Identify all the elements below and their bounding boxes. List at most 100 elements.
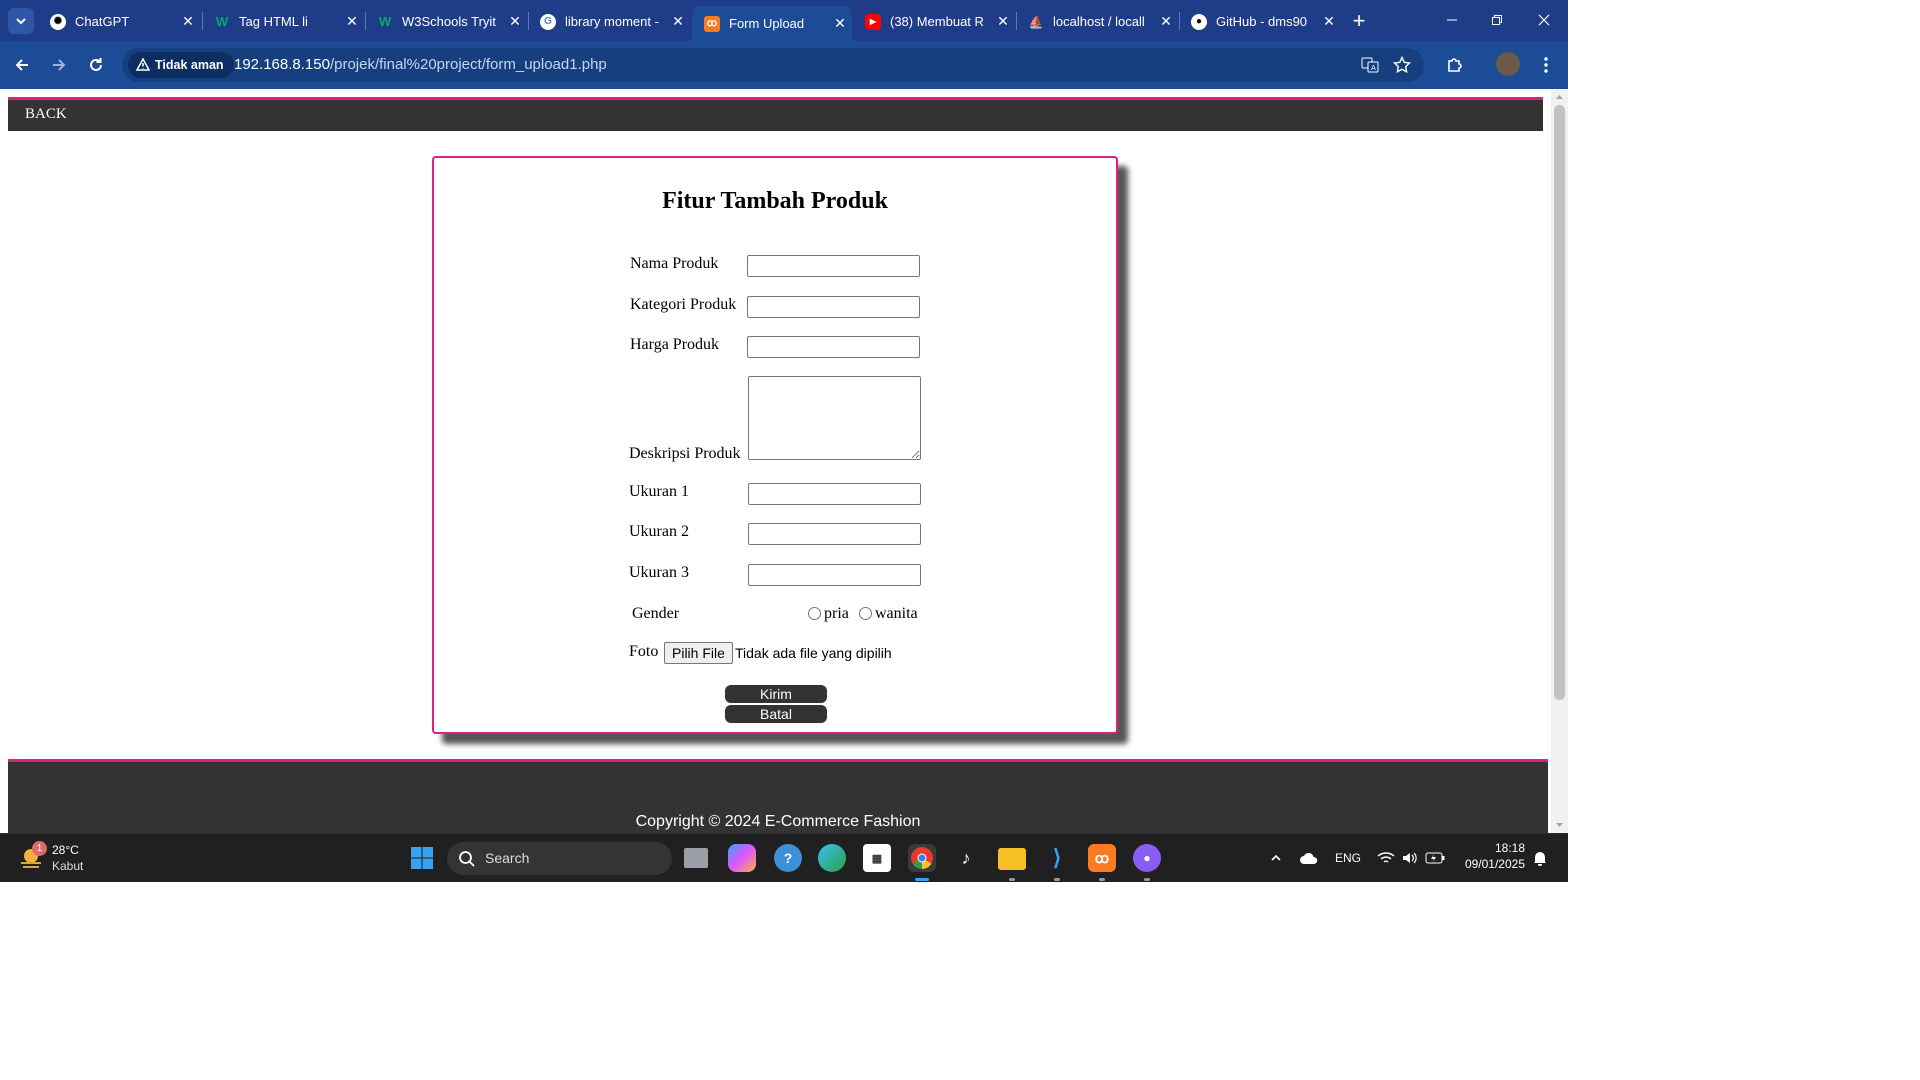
restore-icon <box>1492 15 1502 25</box>
windows-taskbar: 1 28°C Kabut Search ? ▦ ♪ ⟩ ꝏ ● ENG 18:1… <box>0 833 1568 882</box>
close-icon[interactable]: ✕ <box>666 13 690 30</box>
bookmark-button[interactable] <box>1390 53 1414 77</box>
browser-toolbar: Tidak aman 192.168.8.150/projek/final%20… <box>0 41 1568 89</box>
tab-github[interactable]: ● GitHub - dms90 ✕ <box>1179 6 1341 37</box>
wifi-icon <box>1377 852 1395 863</box>
network-icon[interactable] <box>1376 846 1396 870</box>
tab-title: library moment - <box>565 14 659 29</box>
scrollbar-thumb[interactable] <box>1554 105 1565 700</box>
warning-icon <box>136 58 150 71</box>
chevron-down-icon <box>16 18 26 25</box>
vertical-scrollbar[interactable] <box>1551 89 1568 833</box>
task-view-icon[interactable] <box>684 848 708 868</box>
deskripsi-produk-textarea[interactable] <box>748 376 921 460</box>
close-icon[interactable]: ✕ <box>828 15 852 32</box>
back-link[interactable]: BACK <box>25 106 67 123</box>
reload-button[interactable] <box>82 51 110 79</box>
tab-title: (38) Membuat R <box>890 14 984 29</box>
minimize-button[interactable] <box>1434 6 1470 34</box>
ukuran-3-input[interactable] <box>748 564 921 586</box>
security-badge[interactable]: Tidak aman <box>128 52 234 78</box>
scroll-up-icon[interactable] <box>1551 91 1568 103</box>
close-icon[interactable]: ✕ <box>503 13 527 30</box>
edge-icon[interactable] <box>818 844 846 872</box>
svg-text:A: A <box>1371 64 1376 72</box>
clock[interactable]: 18:18 09/01/2025 <box>1455 841 1525 871</box>
taskbar-search-box[interactable]: Search <box>447 842 672 875</box>
harga-produk-label: Harga Produk <box>630 336 720 353</box>
github-desktop-icon[interactable]: ● <box>1133 844 1161 872</box>
ukuran-1-input[interactable] <box>748 483 921 505</box>
kategori-produk-input[interactable] <box>747 296 920 318</box>
tab-title: localhost / locall <box>1053 14 1145 29</box>
start-button[interactable] <box>408 844 436 872</box>
xampp-icon[interactable]: ꝏ <box>1088 844 1116 872</box>
chrome-icon[interactable] <box>908 844 936 872</box>
gender-pria-radio[interactable] <box>808 607 821 620</box>
ukuran-2-label: Ukuran 2 <box>629 523 689 540</box>
tiktok-icon[interactable]: ♪ <box>952 844 980 872</box>
close-icon[interactable]: ✕ <box>1154 13 1178 30</box>
page-footer: Copyright © 2024 E-Commerce Fashion <box>8 759 1548 833</box>
tab-tag-html[interactable]: W Tag HTML li ✕ <box>202 6 364 37</box>
language-indicator[interactable]: ENG <box>1335 851 1361 865</box>
volume-icon[interactable] <box>1400 846 1420 870</box>
ukuran-2-input[interactable] <box>748 523 921 545</box>
tab-phpmyadmin[interactable]: ⛵ localhost / locall ✕ <box>1016 6 1178 37</box>
tab-library-moment[interactable]: G library moment - ✕ <box>528 6 690 37</box>
chatgpt-icon: ✺ <box>50 13 66 30</box>
google-icon: G <box>540 13 556 30</box>
show-hidden-icons-button[interactable] <box>1266 846 1286 870</box>
reload-icon <box>90 58 102 71</box>
nama-produk-input[interactable] <box>747 255 920 277</box>
battery-icon[interactable] <box>1424 846 1446 870</box>
tab-title: Tag HTML li <box>239 14 308 29</box>
close-icon <box>1538 14 1550 26</box>
minimize-icon <box>1447 19 1457 21</box>
choose-file-button[interactable]: Pilih File <box>664 642 733 664</box>
ukuran-3-label: Ukuran 3 <box>629 564 689 581</box>
tab-form-upload[interactable]: ꝏ Form Upload ✕ <box>692 6 852 41</box>
new-tab-button[interactable]: + <box>1346 8 1372 34</box>
close-icon[interactable]: ✕ <box>176 13 200 30</box>
close-icon[interactable]: ✕ <box>991 13 1015 30</box>
tab-chatgpt[interactable]: ✺ ChatGPT ✕ <box>38 6 200 37</box>
chevron-up-icon <box>1271 854 1281 861</box>
microsoft-store-icon[interactable]: ▦ <box>863 844 891 872</box>
tab-w3schools-tryit[interactable]: W W3Schools Tryit ✕ <box>365 6 527 37</box>
url-text[interactable]: 192.168.8.150/projek/final%20project/for… <box>234 56 607 73</box>
edge-dev-icon[interactable]: ? <box>774 844 802 872</box>
vscode-icon[interactable]: ⟩ <box>1043 844 1071 872</box>
submit-button[interactable]: Kirim <box>725 685 827 703</box>
cancel-button[interactable]: Batal <box>725 705 827 723</box>
close-window-button[interactable] <box>1526 6 1562 34</box>
scroll-down-icon[interactable] <box>1551 819 1568 831</box>
close-icon[interactable]: ✕ <box>1317 13 1341 30</box>
address-bar[interactable]: Tidak aman 192.168.8.150/projek/final%20… <box>122 48 1424 82</box>
puzzle-icon <box>1448 58 1462 72</box>
gender-wanita-radio[interactable] <box>859 607 872 620</box>
extensions-button[interactable] <box>1441 51 1469 79</box>
search-icon <box>459 851 475 867</box>
tab-search-button[interactable] <box>8 8 34 34</box>
profile-avatar[interactable] <box>1496 52 1520 76</box>
restore-button[interactable] <box>1479 6 1515 34</box>
gender-label: Gender <box>632 605 680 622</box>
tab-youtube[interactable]: ▶ (38) Membuat R ✕ <box>853 6 1015 37</box>
back-nav-button[interactable] <box>8 51 36 79</box>
menu-button[interactable] <box>1534 51 1558 79</box>
forward-nav-button[interactable] <box>45 51 73 79</box>
translate-button[interactable]: A <box>1358 53 1382 77</box>
copilot-icon[interactable] <box>728 844 756 872</box>
weather-widget[interactable]: 1 28°C Kabut <box>18 841 108 876</box>
deskripsi-produk-label: Deskripsi Produk <box>629 445 741 462</box>
github-icon: ● <box>1191 13 1207 30</box>
file-explorer-icon[interactable] <box>998 848 1026 870</box>
notifications-button[interactable] <box>1530 846 1550 870</box>
harga-produk-input[interactable] <box>747 336 920 358</box>
close-icon[interactable]: ✕ <box>340 13 364 30</box>
gender-pria-label: pria <box>824 605 849 622</box>
running-indicator <box>915 878 929 881</box>
clock-date: 09/01/2025 <box>1464 857 1525 871</box>
onedrive-icon[interactable] <box>1297 846 1321 870</box>
